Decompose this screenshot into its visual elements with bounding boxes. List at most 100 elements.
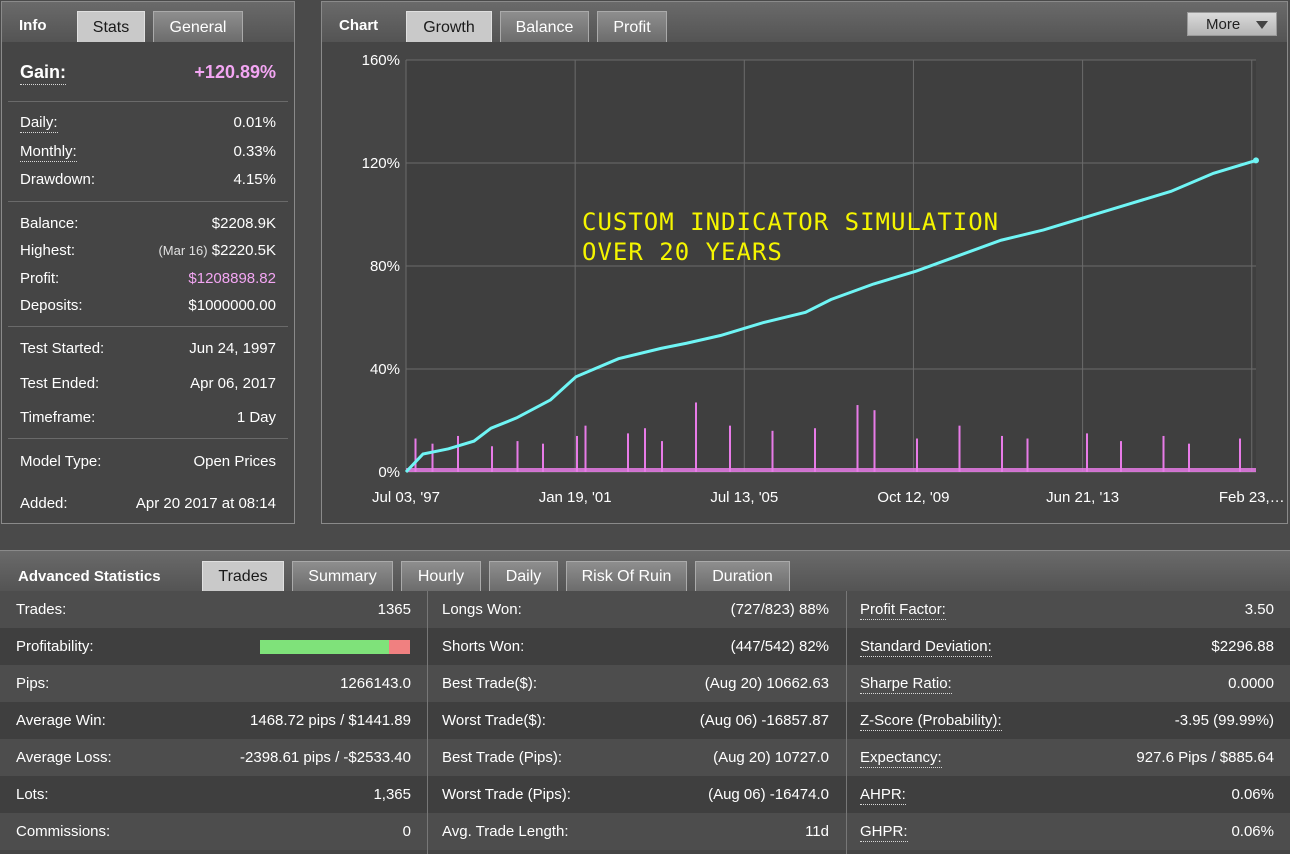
stat-label: Lots: [16, 786, 49, 803]
stat-value: 1468.72 pips / $1441.89 [250, 712, 411, 729]
column-divider [427, 591, 428, 854]
trade-bar [814, 428, 816, 472]
stat-label[interactable]: GHPR: [860, 823, 908, 842]
tab-trades[interactable]: Trades [202, 561, 284, 591]
tab-duration[interactable]: Duration [695, 561, 790, 591]
advanced-statistics-title: Advanced Statistics [18, 568, 161, 585]
chart-panel-header: Chart Growth Balance Profit More [322, 2, 1287, 42]
chart-panel: Chart Growth Balance Profit More 0% 40% 80… [321, 1, 1288, 524]
x-tick-label: Jul 03, '97 [372, 489, 440, 506]
trade-bar [729, 425, 731, 472]
balance-label: Balance: [20, 215, 79, 232]
stat-value: (Aug 20) 10727.0 [713, 749, 829, 766]
trade-bar [771, 430, 774, 472]
stat-label: Best Trade($): [442, 675, 538, 692]
profitability-bar-won [260, 640, 389, 654]
added-row: Added: Apr 20 2017 at 08:14 [20, 495, 276, 517]
table-row: Trades: 1365 Longs Won: (727/823) 88% Profit… [0, 591, 1290, 628]
info-panel-title: Info [19, 17, 47, 34]
tab-profit[interactable]: Profit [597, 11, 667, 42]
drawdown-label: Drawdown: [20, 171, 96, 188]
stat-label[interactable]: Profit Factor: [860, 601, 946, 620]
stat-value: -3.95 (99.99%) [1174, 712, 1274, 729]
test-ended-value: Apr 06, 2017 [190, 375, 276, 392]
daily-row: Daily: 0.01% [20, 114, 276, 136]
stat-label[interactable]: Z-Score (Probability): [860, 712, 1002, 731]
monthly-label[interactable]: Monthly: [20, 143, 77, 162]
trade-bar [431, 443, 434, 472]
stat-value: $2296.88 [1211, 638, 1274, 655]
trade-bar [873, 410, 876, 472]
timeframe-label: Timeframe: [20, 409, 96, 426]
tab-stats[interactable]: Stats [77, 11, 145, 42]
y-tick-label: 40% [370, 361, 400, 378]
advanced-statistics-panel: Advanced Statistics Trades Summary Hourl… [0, 550, 1290, 854]
trade-bar [856, 405, 859, 472]
tab-risk-of-ruin[interactable]: Risk Of Ruin [566, 561, 687, 591]
stat-label[interactable]: Expectancy: [860, 749, 942, 768]
stat-value: (Aug 20) 10662.63 [704, 675, 829, 692]
balance-value: $2208.9K [211, 215, 276, 232]
trade-bar [1120, 441, 1122, 472]
separator [8, 326, 288, 327]
more-dropdown-button[interactable]: More [1187, 12, 1277, 36]
tab-growth[interactable]: Growth [406, 11, 492, 42]
tab-summary[interactable]: Summary [292, 561, 393, 591]
stat-value: 0.06% [1231, 786, 1274, 803]
x-tick-label: Jul 13, '05 [710, 489, 778, 506]
tab-daily[interactable]: Daily [489, 561, 558, 591]
balance-row: Balance: $2208.9K [20, 215, 276, 237]
stat-value: 1,365 [373, 786, 411, 803]
test-started-value: Jun 24, 1997 [189, 340, 276, 357]
deposits-row: Deposits: $1000000.00 [20, 297, 276, 319]
timeframe-value: 1 Day [236, 409, 276, 426]
stat-value: 0.06% [1231, 823, 1274, 840]
annotation-line-1: CUSTOM INDICATOR SIMULATION [582, 208, 999, 236]
model-type-value: Open Prices [193, 453, 276, 470]
trade-bar [958, 425, 961, 472]
stat-value: 1365 [377, 601, 411, 618]
table-row: Commissions: 0 Avg. Trade Length: 11d GHPR: 0… [0, 813, 1290, 850]
trade-bars-baseline [406, 468, 1256, 472]
stat-label: Trades: [16, 601, 67, 618]
gain-value: +120.89% [194, 62, 276, 82]
stat-label: Commissions: [16, 823, 111, 840]
profit-row: Profit: $1208898.82 [20, 270, 276, 292]
stat-label[interactable]: Standard Deviation: [860, 638, 992, 657]
stat-value: (727/823) 88% [730, 601, 829, 618]
table-row: Lots: 1,365 Worst Trade (Pips): (Aug 06) -1… [0, 776, 1290, 813]
stat-label[interactable]: AHPR: [860, 786, 906, 805]
tab-general[interactable]: General [153, 11, 243, 42]
y-tick-label: 160% [362, 52, 400, 69]
tab-balance[interactable]: Balance [500, 11, 589, 42]
trade-bar [584, 425, 587, 472]
monthly-row: Monthly: 0.33% [20, 143, 276, 165]
x-axis-labels: Jul 03, '97 Jan 19, '01 Jul 13, '05 Oct 12,… [372, 489, 1285, 506]
highest-row: Highest: (Mar 16) $2220.5K [20, 242, 276, 264]
stat-value: (Aug 06) -16857.87 [699, 712, 829, 729]
monthly-value: 0.33% [233, 143, 276, 160]
trade-bar [457, 435, 459, 472]
daily-label[interactable]: Daily: [20, 114, 58, 133]
trade-bar [516, 441, 519, 472]
stat-label: Average Win: [16, 712, 106, 729]
daily-value: 0.01% [233, 114, 276, 131]
model-type-row: Model Type: Open Prices [20, 453, 276, 475]
advanced-statistics-header: Advanced Statistics Trades Summary Hourl… [0, 551, 1290, 591]
highest-date: (Mar 16) [158, 243, 208, 258]
annotation-line-2: OVER 20 YEARS [582, 238, 783, 266]
tab-hourly[interactable]: Hourly [401, 561, 481, 591]
gain-label[interactable]: Gain: [20, 62, 67, 85]
profit-value: $1208898.82 [188, 270, 276, 287]
trade-bar [1001, 435, 1003, 472]
growth-chart: 0%40%80%120%160% Jul 03, '97 Jan 19, '01 J… [362, 52, 1285, 506]
trade-bar [414, 438, 417, 472]
table-row: Profitability: Shorts Won: (447/542) 82% St… [0, 628, 1290, 665]
stat-label: Worst Trade (Pips): [442, 786, 571, 803]
separator [8, 101, 288, 102]
info-panel-header: Info Stats General [2, 2, 294, 42]
stat-label[interactable]: Sharpe Ratio: [860, 675, 952, 694]
profit-label: Profit: [20, 270, 60, 287]
stat-value: 11d [805, 823, 829, 840]
table-row: Pips: 1266143.0 Best Trade($): (Aug 20) 106… [0, 665, 1290, 702]
